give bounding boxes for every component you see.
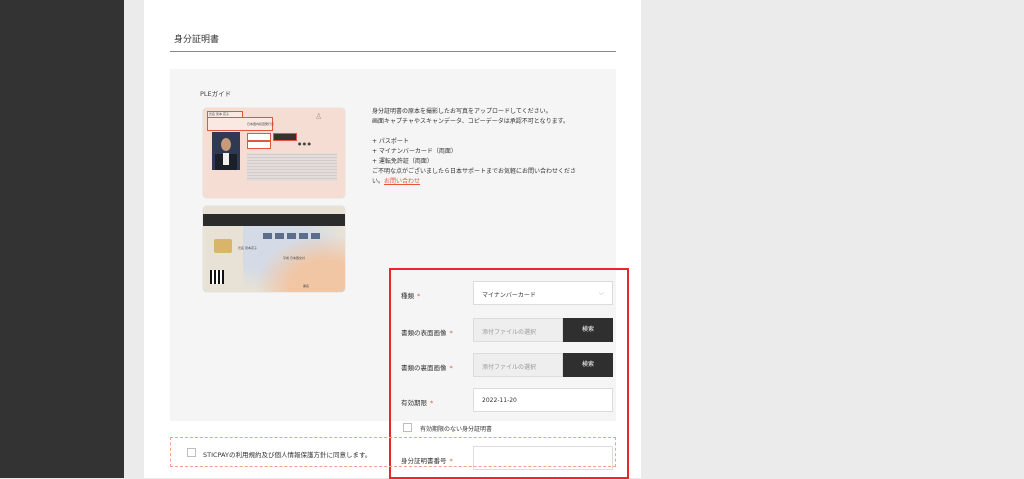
expiry-field	[247, 141, 271, 149]
terms-checkbox[interactable]	[187, 448, 196, 457]
number-boxes	[263, 233, 323, 239]
terms-agreement: STICPAYの利用規約及び個人情報保護方針に同意します。	[170, 437, 616, 467]
doc-type-list-item: + マイナンバーカード（両面）	[372, 148, 457, 155]
card-back-name: 氏名 見本花子	[238, 246, 257, 250]
expiry-date-input[interactable]: 2022-11-20	[473, 388, 613, 412]
back-image-label: 書類の裏面画像 *	[401, 364, 453, 372]
guide-label: PLEガイド	[200, 90, 232, 98]
upload-panel: PLEガイド 氏名 見本 花子 ♙ 日本国内初回発行日 ● ● ● 氏名 見本花…	[170, 69, 629, 479]
upload-instructions: 身分証明書の原本を撮影したお写真をアップロードしてください。 画面キャプチャやス…	[372, 107, 602, 187]
contact-link[interactable]: お問い合わせ	[384, 178, 420, 185]
back-image-file-field[interactable]: 添付ファイルの選択	[473, 353, 563, 377]
card-date-label: 日本国内初回発行日	[247, 122, 275, 126]
left-sidebar	[0, 0, 124, 478]
doc-type-list-item: + パスポート	[372, 138, 409, 145]
doc-type-list-item: + 運転免許証（両面）	[372, 158, 433, 165]
magnetic-strip	[203, 214, 345, 226]
front-image-file-field[interactable]: 添付ファイルの選択	[473, 318, 563, 342]
document-type-select[interactable]: マイナンバーカード ⌵	[473, 281, 613, 305]
sample-id-back-image: 氏名 見本花子 平成 日本国交付 署名	[203, 206, 345, 292]
chevron-down-icon: ⌵	[598, 289, 604, 297]
back-image-browse-button[interactable]: 検索	[563, 353, 613, 377]
gutter	[124, 0, 144, 478]
section-title: 身分証明書	[174, 35, 220, 45]
ic-chip-icon	[214, 239, 232, 253]
portrait-photo	[212, 132, 240, 170]
type-label: 種類 *	[401, 292, 421, 300]
card-back-seal: 署名	[303, 284, 310, 288]
terms-label: STICPAYの利用規約及び個人情報保護方針に同意します。	[203, 451, 372, 459]
number-field	[273, 133, 297, 141]
no-expiry-checkbox[interactable]	[403, 423, 412, 432]
front-image-label: 書類の表面画像 *	[401, 329, 453, 337]
card-name-text: 氏名 見本 花子	[209, 112, 229, 116]
sample-id-front-image: 氏名 見本 花子 ♙ 日本国内初回発行日 ● ● ●	[203, 108, 345, 198]
expiry-label: 有効期限 *	[401, 399, 434, 407]
birthdate-field	[247, 133, 271, 141]
card-back-issue: 平成 日本国交付	[283, 256, 305, 260]
title-divider	[170, 51, 616, 52]
no-expiry-label: 有効期限のない身分証明書	[420, 426, 493, 433]
qr-code-icon	[210, 270, 224, 284]
card-pattern	[247, 153, 337, 181]
content-card: 身分証明書 PLEガイド 氏名 見本 花子 ♙ 日本国内初回発行日 ● ● ●	[144, 0, 641, 479]
front-image-browse-button[interactable]: 検索	[563, 318, 613, 342]
card-emblem-icon: ♙	[315, 112, 323, 121]
